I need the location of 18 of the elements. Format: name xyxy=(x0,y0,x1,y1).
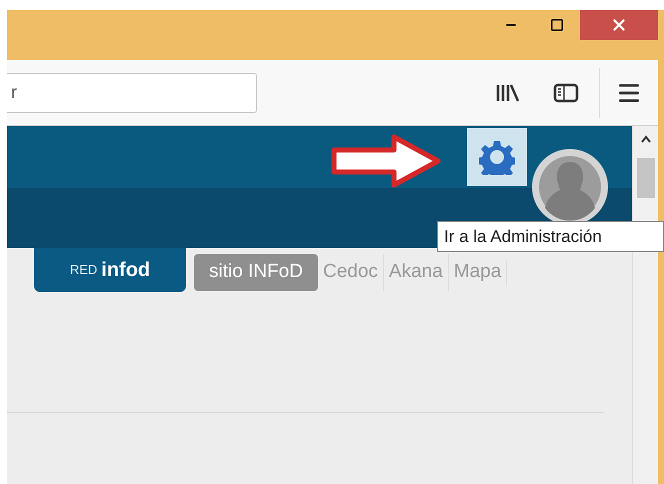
settings-button[interactable] xyxy=(467,128,527,186)
close-button[interactable] xyxy=(580,10,658,40)
logo-prefix: RED xyxy=(70,261,98,280)
nav-tab[interactable]: Mapa xyxy=(448,254,506,291)
sidebar-icon[interactable] xyxy=(553,82,579,102)
arrow-icon xyxy=(330,134,442,188)
address-field[interactable]: r xyxy=(7,72,257,112)
scrollbar[interactable] xyxy=(632,126,658,484)
tooltip: Ir a la Administración xyxy=(437,221,664,252)
library-icon[interactable] xyxy=(495,82,521,102)
nav-tab[interactable]: Akana xyxy=(384,254,448,291)
settings-icon xyxy=(479,139,515,175)
nav-tab[interactable]: sitio INFoD xyxy=(194,254,318,291)
nav-tab[interactable]: Cedoc xyxy=(318,254,383,291)
logo-name: infod xyxy=(101,258,150,283)
scrollbar-thumb[interactable] xyxy=(636,158,654,198)
maximize-icon xyxy=(550,18,564,32)
scroll-up-icon xyxy=(640,134,652,144)
